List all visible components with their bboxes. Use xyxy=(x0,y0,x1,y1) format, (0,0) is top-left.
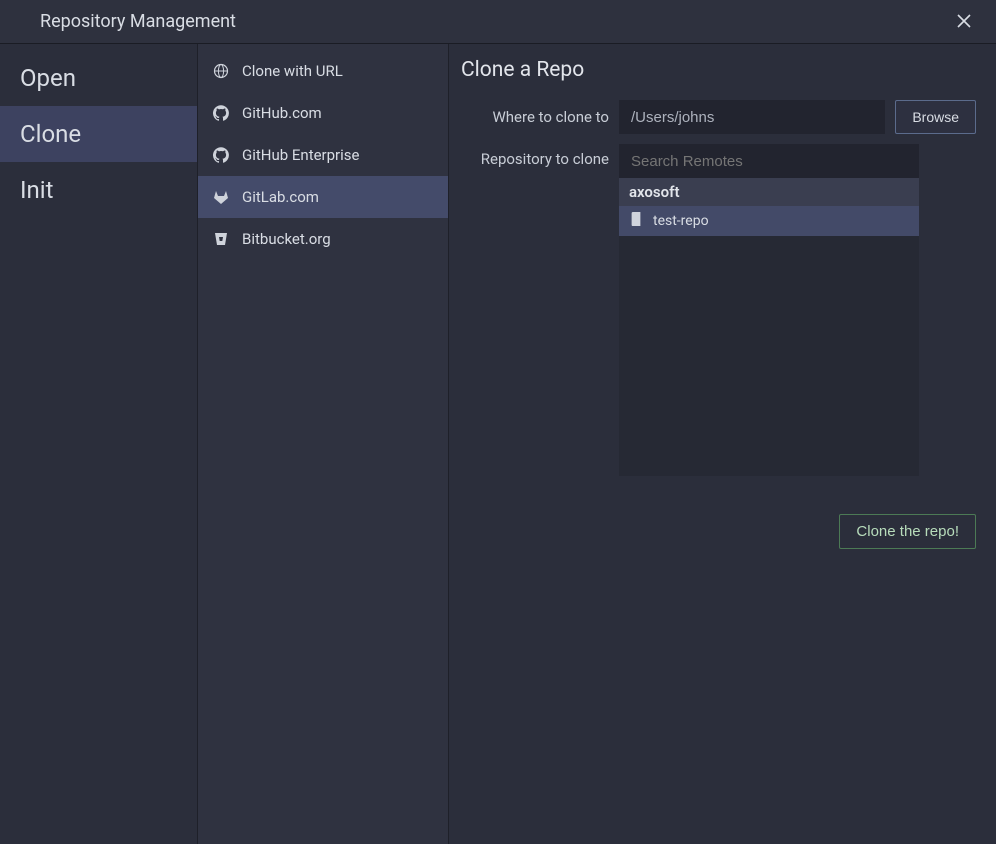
tab-label: Clone xyxy=(20,120,81,148)
source-label: GitHub Enterprise xyxy=(242,146,360,164)
source-bitbucket[interactable]: Bitbucket.org xyxy=(198,218,448,260)
tab-clone[interactable]: Clone xyxy=(0,106,197,162)
pane-heading: Clone a Repo xyxy=(461,58,976,82)
source-label: Clone with URL xyxy=(242,62,343,80)
tab-label: Open xyxy=(20,64,76,92)
remote-list-empty-area xyxy=(619,236,919,476)
source-list: Clone with URL GitHub.com GitHub Enterpr… xyxy=(198,44,449,844)
tab-open[interactable]: Open xyxy=(0,50,197,106)
where-to-clone-input[interactable] xyxy=(619,100,885,134)
close-icon[interactable] xyxy=(956,13,974,31)
bitbucket-icon xyxy=(212,230,230,248)
book-icon xyxy=(629,212,643,230)
where-to-clone-label: Where to clone to xyxy=(461,108,609,126)
globe-icon xyxy=(212,62,230,80)
source-label: GitLab.com xyxy=(242,188,319,206)
remote-repo-item[interactable]: test-repo xyxy=(619,206,919,236)
gitlab-icon xyxy=(212,188,230,206)
tab-init[interactable]: Init xyxy=(0,162,197,218)
source-label: GitHub.com xyxy=(242,104,322,122)
window-title: Repository Management xyxy=(40,11,236,32)
source-clone-url[interactable]: Clone with URL xyxy=(198,50,448,92)
remote-group-header: axosoft xyxy=(619,178,919,206)
remote-repo-name: test-repo xyxy=(653,213,709,229)
source-github-enterprise[interactable]: GitHub Enterprise xyxy=(198,134,448,176)
github-icon xyxy=(212,104,230,122)
source-github[interactable]: GitHub.com xyxy=(198,92,448,134)
github-icon xyxy=(212,146,230,164)
repo-to-clone-label: Repository to clone xyxy=(461,144,609,168)
left-tab-list: Open Clone Init xyxy=(0,44,198,844)
source-label: Bitbucket.org xyxy=(242,230,331,248)
clone-repo-button[interactable]: Clone the repo! xyxy=(839,514,976,549)
tab-label: Init xyxy=(20,176,53,204)
search-remotes-input[interactable] xyxy=(619,144,919,178)
source-gitlab[interactable]: GitLab.com xyxy=(198,176,448,218)
browse-button[interactable]: Browse xyxy=(895,100,976,134)
